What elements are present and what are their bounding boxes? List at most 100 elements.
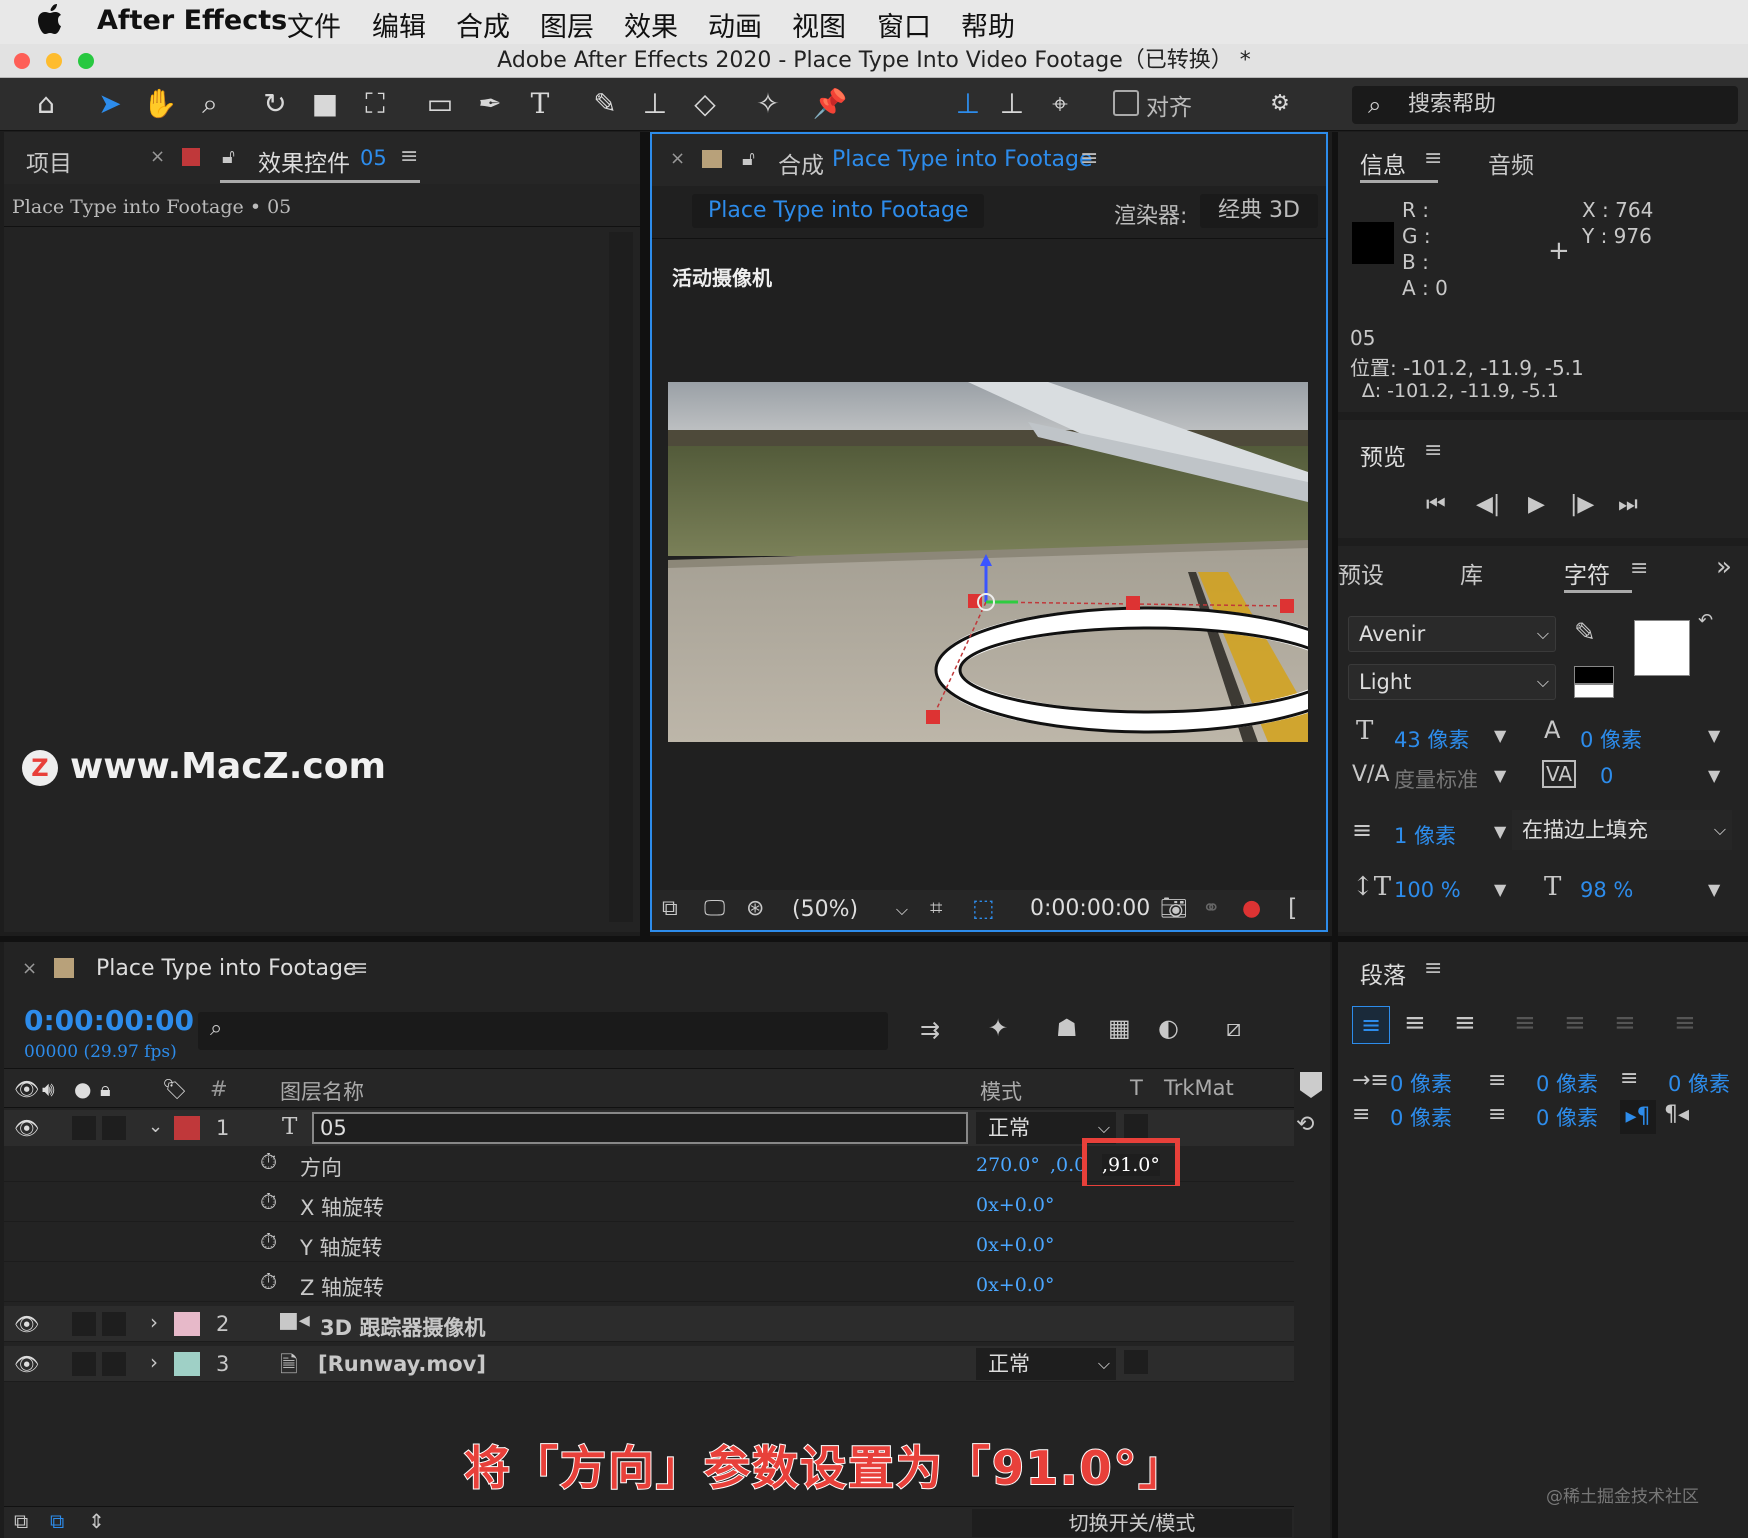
local-axis-mode-icon[interactable]: ⊥ bbox=[948, 84, 988, 124]
motion-blur-icon[interactable]: ◐ bbox=[1158, 1014, 1179, 1042]
apple-menu-icon[interactable] bbox=[38, 3, 66, 42]
stopwatch-icon[interactable]: ⏱︎ bbox=[260, 1230, 277, 1255]
layer-name[interactable]: [Runway.mov] bbox=[318, 1352, 486, 1376]
default-colors-icon[interactable] bbox=[1574, 684, 1614, 698]
resolution-icon[interactable]: [ bbox=[1288, 894, 1297, 922]
solo-toggle[interactable] bbox=[72, 1352, 96, 1376]
layer-name[interactable]: 3D 跟踪器摄像机 bbox=[320, 1312, 485, 1342]
roto-brush-tool-icon[interactable]: ✧ bbox=[748, 84, 788, 124]
graph-editor-icon[interactable]: ⧄ bbox=[1226, 1014, 1241, 1042]
last-frame-icon[interactable]: ⏭ bbox=[1618, 492, 1638, 517]
justify-all-icon[interactable]: ≡ bbox=[1674, 1008, 1696, 1038]
align-center-icon[interactable]: ≡ bbox=[1404, 1008, 1426, 1038]
next-frame-icon[interactable]: |▶︎ bbox=[1570, 492, 1594, 517]
zoom-select[interactable]: (50%) ⌵ bbox=[788, 894, 912, 926]
region-of-interest-icon[interactable]: ⌗ bbox=[930, 896, 942, 921]
menu-view[interactable]: 视图 bbox=[792, 5, 846, 44]
stopwatch-icon[interactable]: ⏱︎ bbox=[260, 1270, 277, 1295]
timeline-tab-name[interactable]: Place Type into Footage bbox=[96, 956, 357, 981]
transparency-grid-icon[interactable]: ⬚ bbox=[972, 894, 995, 922]
label-icon[interactable]: 🏷︎ bbox=[162, 1077, 187, 1101]
chevron-right-icon[interactable]: › bbox=[150, 1310, 158, 1334]
stopwatch-icon[interactable]: ⏱︎ bbox=[260, 1150, 277, 1175]
renderer-select[interactable]: 经典 3D bbox=[1200, 194, 1318, 228]
layer-row-3[interactable]: 👁︎ › 3 🗎 [Runway.mov] 正常 ⌵ bbox=[4, 1346, 1294, 1382]
pen-tool-icon[interactable]: ✒ bbox=[470, 84, 510, 124]
justify-right-icon[interactable]: ≡ bbox=[1614, 1008, 1636, 1038]
preserve-transparency-toggle[interactable] bbox=[1124, 1114, 1148, 1138]
tracking-value[interactable]: 0 bbox=[1600, 764, 1613, 788]
rectangle-tool-icon[interactable]: ▭ bbox=[420, 84, 460, 124]
scrollbar[interactable] bbox=[609, 232, 633, 922]
panel-menu-icon[interactable]: ≡ bbox=[1080, 146, 1098, 171]
justify-left-icon[interactable]: ≡ bbox=[1514, 1008, 1536, 1038]
vertical-scale-value[interactable]: 100 % bbox=[1394, 878, 1461, 902]
comp-tab-name[interactable]: Place Type into Footage bbox=[832, 147, 1093, 172]
layer-name-input[interactable]: 05 bbox=[312, 1112, 968, 1144]
home-icon[interactable]: ⌂ bbox=[26, 84, 66, 124]
audio-icon[interactable]: 🔊︎ bbox=[42, 1077, 55, 1101]
menu-edit[interactable]: 编辑 bbox=[372, 5, 426, 44]
right-to-left-icon[interactable]: ¶◂ bbox=[1664, 1102, 1689, 1127]
panel-separator[interactable] bbox=[0, 936, 1748, 942]
app-menu[interactable]: After Effects bbox=[97, 5, 287, 36]
tab-character[interactable]: 字符 bbox=[1564, 556, 1610, 590]
x-rotation-value[interactable]: 0x+0.0° bbox=[976, 1194, 1054, 1216]
justify-center-icon[interactable]: ≡ bbox=[1564, 1008, 1586, 1038]
video-visibility-icon[interactable]: 👁︎ bbox=[14, 1077, 39, 1101]
hand-tool-icon[interactable]: ✋ bbox=[140, 84, 180, 124]
layer-label-color[interactable] bbox=[174, 1312, 200, 1336]
fill-color-swatch[interactable] bbox=[1634, 620, 1690, 676]
y-rotation-value[interactable]: 0x+0.0° bbox=[976, 1234, 1054, 1256]
orientation-z-value[interactable]: ,91.0° bbox=[1102, 1154, 1160, 1176]
close-tab-icon[interactable]: × bbox=[670, 148, 685, 169]
black-white-icon[interactable] bbox=[1574, 666, 1614, 684]
toggle-switches-modes-button[interactable]: 切换开关/模式 bbox=[972, 1509, 1292, 1537]
chevron-down-icon[interactable]: ▼ bbox=[1494, 766, 1506, 785]
layer-label-color[interactable] bbox=[174, 1352, 200, 1376]
indent-right-value[interactable]: 0 像素 bbox=[1536, 1068, 1598, 1098]
transfer-controls-icon[interactable]: ⧉ bbox=[50, 1509, 64, 1533]
close-window-button[interactable] bbox=[14, 53, 30, 69]
preserve-transparency-toggle[interactable] bbox=[1124, 1350, 1148, 1374]
layer-mode-select[interactable]: 正常 ⌵ bbox=[976, 1348, 1116, 1380]
panel-separator[interactable] bbox=[640, 132, 650, 936]
tab-audio[interactable]: 音频 bbox=[1488, 146, 1534, 180]
expand-panels-icon[interactable]: » bbox=[1716, 552, 1732, 582]
chevron-down-icon[interactable]: ▼ bbox=[1708, 726, 1720, 745]
in-out-stretch-icon[interactable]: ⇕ bbox=[88, 1509, 105, 1533]
chevron-down-icon[interactable]: ▼ bbox=[1708, 880, 1720, 899]
layer-row-2[interactable]: 👁︎ › 2 ■◂ 3D 跟踪器摄像机 bbox=[4, 1306, 1294, 1342]
selection-tool-icon[interactable]: ➤ bbox=[90, 84, 130, 124]
monitor-icon[interactable]: 🖵︎ bbox=[704, 896, 725, 921]
font-size-value[interactable]: 43 像素 bbox=[1394, 724, 1469, 754]
comp-mini-flowchart-icon[interactable]: ⇉ bbox=[920, 1016, 940, 1044]
chevron-right-icon[interactable]: › bbox=[150, 1350, 158, 1374]
snapshot-icon[interactable]: 📷︎ bbox=[1160, 896, 1188, 921]
layer-label-color[interactable] bbox=[174, 1116, 200, 1140]
chevron-down-icon[interactable]: ⌄ bbox=[148, 1116, 163, 1137]
previous-frame-icon[interactable]: ◀︎| bbox=[1476, 492, 1500, 517]
lock-toggle[interactable] bbox=[102, 1352, 126, 1376]
align-left-icon[interactable]: ≡ bbox=[1352, 1006, 1390, 1044]
search-help-input[interactable]: ⌕ 搜索帮助 bbox=[1352, 86, 1738, 124]
orientation-x-value[interactable]: 270.0° bbox=[976, 1154, 1040, 1176]
show-snapshot-icon[interactable]: ⚭ bbox=[1202, 896, 1220, 921]
menu-help[interactable]: 帮助 bbox=[961, 5, 1015, 44]
menu-window[interactable]: 窗口 bbox=[877, 5, 931, 44]
chevron-down-icon[interactable]: ▼ bbox=[1494, 822, 1506, 841]
zoom-tool-icon[interactable]: ⌕ bbox=[190, 84, 230, 124]
world-axis-mode-icon[interactable]: ⊥ bbox=[992, 84, 1032, 124]
solo-icon[interactable]: ● bbox=[74, 1077, 91, 1101]
rotate-tool-icon[interactable]: ↻ bbox=[255, 84, 295, 124]
tab-info[interactable]: 信息 bbox=[1360, 146, 1406, 180]
menu-layer[interactable]: 图层 bbox=[540, 5, 594, 44]
comp-name-button[interactable]: Place Type into Footage bbox=[692, 194, 984, 228]
left-to-right-icon[interactable]: ▸¶ bbox=[1620, 1100, 1656, 1134]
close-tab-icon[interactable]: × bbox=[22, 958, 37, 979]
tab-project[interactable]: 项目 bbox=[26, 144, 72, 178]
snap-checkbox[interactable] bbox=[1113, 90, 1139, 116]
pan-behind-tool-icon[interactable]: ⛶ bbox=[355, 84, 395, 124]
viewer-timecode[interactable]: 0:00:00:00 bbox=[1030, 896, 1150, 921]
panel-menu-icon[interactable]: ≡ bbox=[350, 956, 368, 981]
